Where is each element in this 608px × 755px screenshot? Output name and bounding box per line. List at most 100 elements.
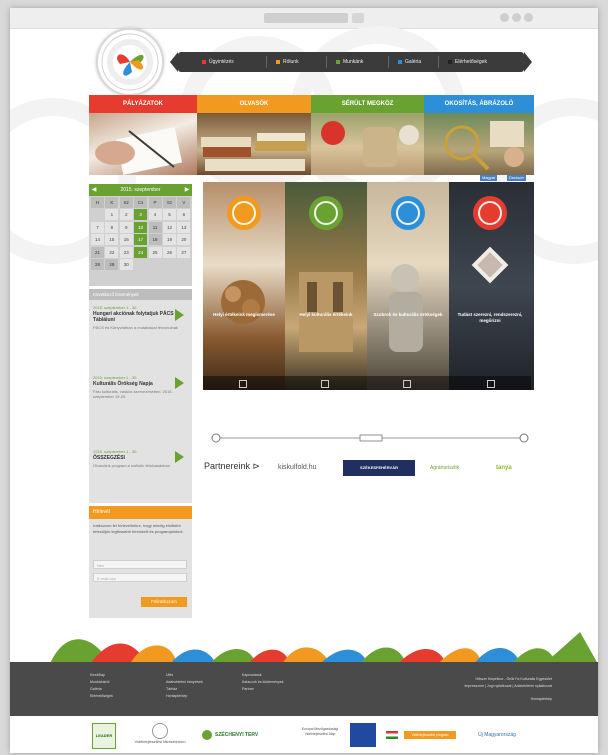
calendar-day[interactable]: 2 — [119, 209, 133, 221]
calendar-day[interactable]: 6 — [177, 209, 191, 221]
szechenyi-pin-icon — [202, 729, 212, 740]
calendar-day[interactable]: 1 — [105, 209, 119, 221]
category-tab-okositas[interactable]: OKOSÍTÁS, ÁBRÁZOLÓ — [424, 95, 534, 113]
panel-more-icon[interactable] — [487, 380, 495, 388]
calendar-day[interactable]: 20 — [177, 234, 191, 246]
panel-title: Szobrok és kulturális örökségek — [373, 312, 443, 317]
footer-link[interactable]: Kezdőlap — [90, 672, 113, 679]
window-close-icon[interactable] — [524, 13, 533, 22]
calendar-prev-icon[interactable]: ◀ — [89, 184, 99, 196]
calendar-day[interactable]: 14 — [91, 234, 104, 246]
calendar-day[interactable]: 23 — [119, 246, 133, 258]
partner-logo[interactable]: tanya — [496, 460, 512, 476]
nav-item-elerhetosegek[interactable]: Elérhetőségek — [448, 52, 487, 72]
event-title[interactable]: ÖSSZEGZÉSI — [93, 455, 185, 461]
calendar-day[interactable]: 30 — [119, 258, 133, 270]
panel-more-icon[interactable] — [239, 380, 247, 388]
footer-link[interactable]: Kapcsolatok — [242, 672, 284, 679]
calendar-day[interactable]: 25 — [148, 246, 162, 258]
sponsor-logo[interactable]: Új Magyarország — [466, 723, 528, 747]
event-arrow-icon[interactable] — [175, 451, 184, 463]
panel-more-icon[interactable] — [403, 380, 411, 388]
footer-link[interactable]: Elérhetőségek — [90, 693, 113, 700]
event-arrow-icon[interactable] — [175, 377, 184, 389]
sponsor-logo[interactable]: LEADER — [92, 723, 116, 749]
event-title[interactable]: Kulturális Örökség Napja — [93, 381, 185, 387]
newsletter-subscribe-button[interactable]: Feliratkozom — [141, 597, 187, 607]
calendar-day[interactable]: 9 — [119, 221, 133, 233]
calendar-day[interactable]: 5 — [162, 209, 176, 221]
address-bar[interactable] — [264, 13, 348, 23]
calendar-day[interactable]: 12 — [162, 221, 176, 233]
category-image-writing[interactable] — [89, 113, 197, 175]
partner-logo[interactable]: SZÉKESFEHÉRVÁR — [343, 460, 415, 476]
feature-panel[interactable]: Szobrok és kulturális örökségek — [367, 182, 449, 390]
calendar-day[interactable]: 29 — [105, 258, 119, 270]
window-minimize-icon[interactable] — [500, 13, 509, 22]
lang-link-magyar[interactable]: Magyar — [480, 175, 498, 181]
category-image-market[interactable] — [311, 113, 424, 175]
newsletter-email-field[interactable]: E-mail cím — [93, 573, 187, 582]
footer-link[interactable]: Tárház — [166, 686, 203, 693]
nav-item-ugyintezes[interactable]: Ügyintézés — [202, 52, 234, 72]
calendar-day[interactable]: 19 — [162, 234, 176, 246]
slider-next-icon[interactable] — [519, 433, 529, 443]
calendar-day[interactable]: 22 — [105, 246, 119, 258]
footer-link[interactable]: Galéria — [90, 686, 113, 693]
calendar-day[interactable]: 10 — [134, 221, 148, 233]
partners-arrow-icon[interactable]: ⊳ — [253, 461, 261, 471]
panel-more-icon[interactable] — [321, 380, 329, 388]
calendar-day[interactable]: 21 — [91, 246, 104, 258]
footer-link[interactable]: Adatvédelmi irányelvek — [166, 679, 203, 686]
calendar-day[interactable]: 8 — [105, 221, 119, 233]
calendar-day[interactable]: 18 — [148, 234, 162, 246]
sponsor-logo[interactable]: Vidékfejlesztési Minisztérium — [128, 723, 192, 747]
nav-item-munkank[interactable]: Munkánk — [336, 52, 363, 72]
calendar-day[interactable]: 27 — [177, 246, 191, 258]
nav-item-galeria[interactable]: Galéria — [398, 52, 421, 72]
feature-panel[interactable]: Helyi értékeink megismerése — [203, 182, 285, 390]
event-item[interactable]: 2015. szeptember 1 - 30. ÖSSZEGZÉSI Olva… — [93, 449, 185, 468]
event-item[interactable]: 2015. szeptember 1 - 30. Hungari akcióna… — [93, 305, 185, 330]
footer-link[interactable]: Partner — [242, 686, 284, 693]
site-logo[interactable] — [96, 28, 164, 96]
footer-legal-links[interactable]: Impresszum | Jogi nyilatkozat | Adatvéde… — [464, 683, 552, 690]
newsletter-name-field[interactable]: Név — [93, 560, 187, 569]
event-arrow-icon[interactable] — [175, 309, 184, 321]
feature-panel[interactable]: Helyi kulturális értékeink — [285, 182, 367, 390]
category-tab-olvasok[interactable]: OLVASÓK — [197, 95, 311, 113]
footer-link[interactable]: Honlaptérkép — [166, 693, 203, 700]
category-tab-serult[interactable]: SÉRÜLT MEGKÖZ — [311, 95, 424, 113]
calendar-day[interactable]: 15 — [105, 234, 119, 246]
calendar-day[interactable]: 13 — [177, 221, 191, 233]
category-image-books[interactable] — [197, 113, 311, 175]
slider-prev-icon[interactable] — [211, 433, 221, 443]
partner-logo[interactable]: kiskulfold.hu — [278, 460, 317, 476]
category-tab-palyazatok[interactable]: PÁLYÁZATOK — [89, 95, 197, 113]
event-item[interactable]: 2015. szeptember 1 - 30. Kulturális Örök… — [93, 375, 185, 399]
footer-link[interactable]: Ülés — [166, 672, 203, 679]
footer-link[interactable]: Munkáinkról — [90, 679, 113, 686]
sponsor-logo[interactable]: SZÉCHENYI TERV — [202, 723, 282, 747]
calendar-day[interactable]: 24 — [134, 246, 148, 258]
refresh-icon[interactable] — [352, 13, 364, 23]
nav-item-rolunk[interactable]: Rólunk — [276, 52, 299, 72]
partner-logo[interactable]: Agrárturisztik — [430, 460, 459, 476]
calendar-day[interactable]: 7 — [91, 221, 104, 233]
footer-link[interactable]: Kalauzok és közlemények — [242, 679, 284, 686]
calendar-next-icon[interactable]: ▶ — [182, 184, 192, 196]
category-image-study[interactable] — [424, 113, 534, 175]
lang-link-deutsch[interactable]: Deutsch — [507, 175, 526, 181]
calendar-day[interactable]: 3 — [134, 209, 148, 221]
feature-panel[interactable]: Tudást szerezni, rendszerezni, megőrizni — [449, 182, 534, 390]
calendar-day[interactable]: 11 — [148, 221, 162, 233]
calendar-day[interactable]: 4 — [148, 209, 162, 221]
calendar-day[interactable]: 26 — [162, 246, 176, 258]
calendar-day[interactable]: 17 — [134, 234, 148, 246]
window-maximize-icon[interactable] — [512, 13, 521, 22]
sponsor-logo[interactable]: Vidékfejlesztési program — [404, 731, 456, 739]
footer-sitemap-link[interactable]: Honlaptérkép — [464, 696, 552, 703]
calendar-day[interactable]: 16 — [119, 234, 133, 246]
calendar-day[interactable]: 28 — [91, 258, 104, 270]
event-title[interactable]: Hungari akciónak folytatjuk PÁCS Tábláiu… — [93, 311, 185, 323]
